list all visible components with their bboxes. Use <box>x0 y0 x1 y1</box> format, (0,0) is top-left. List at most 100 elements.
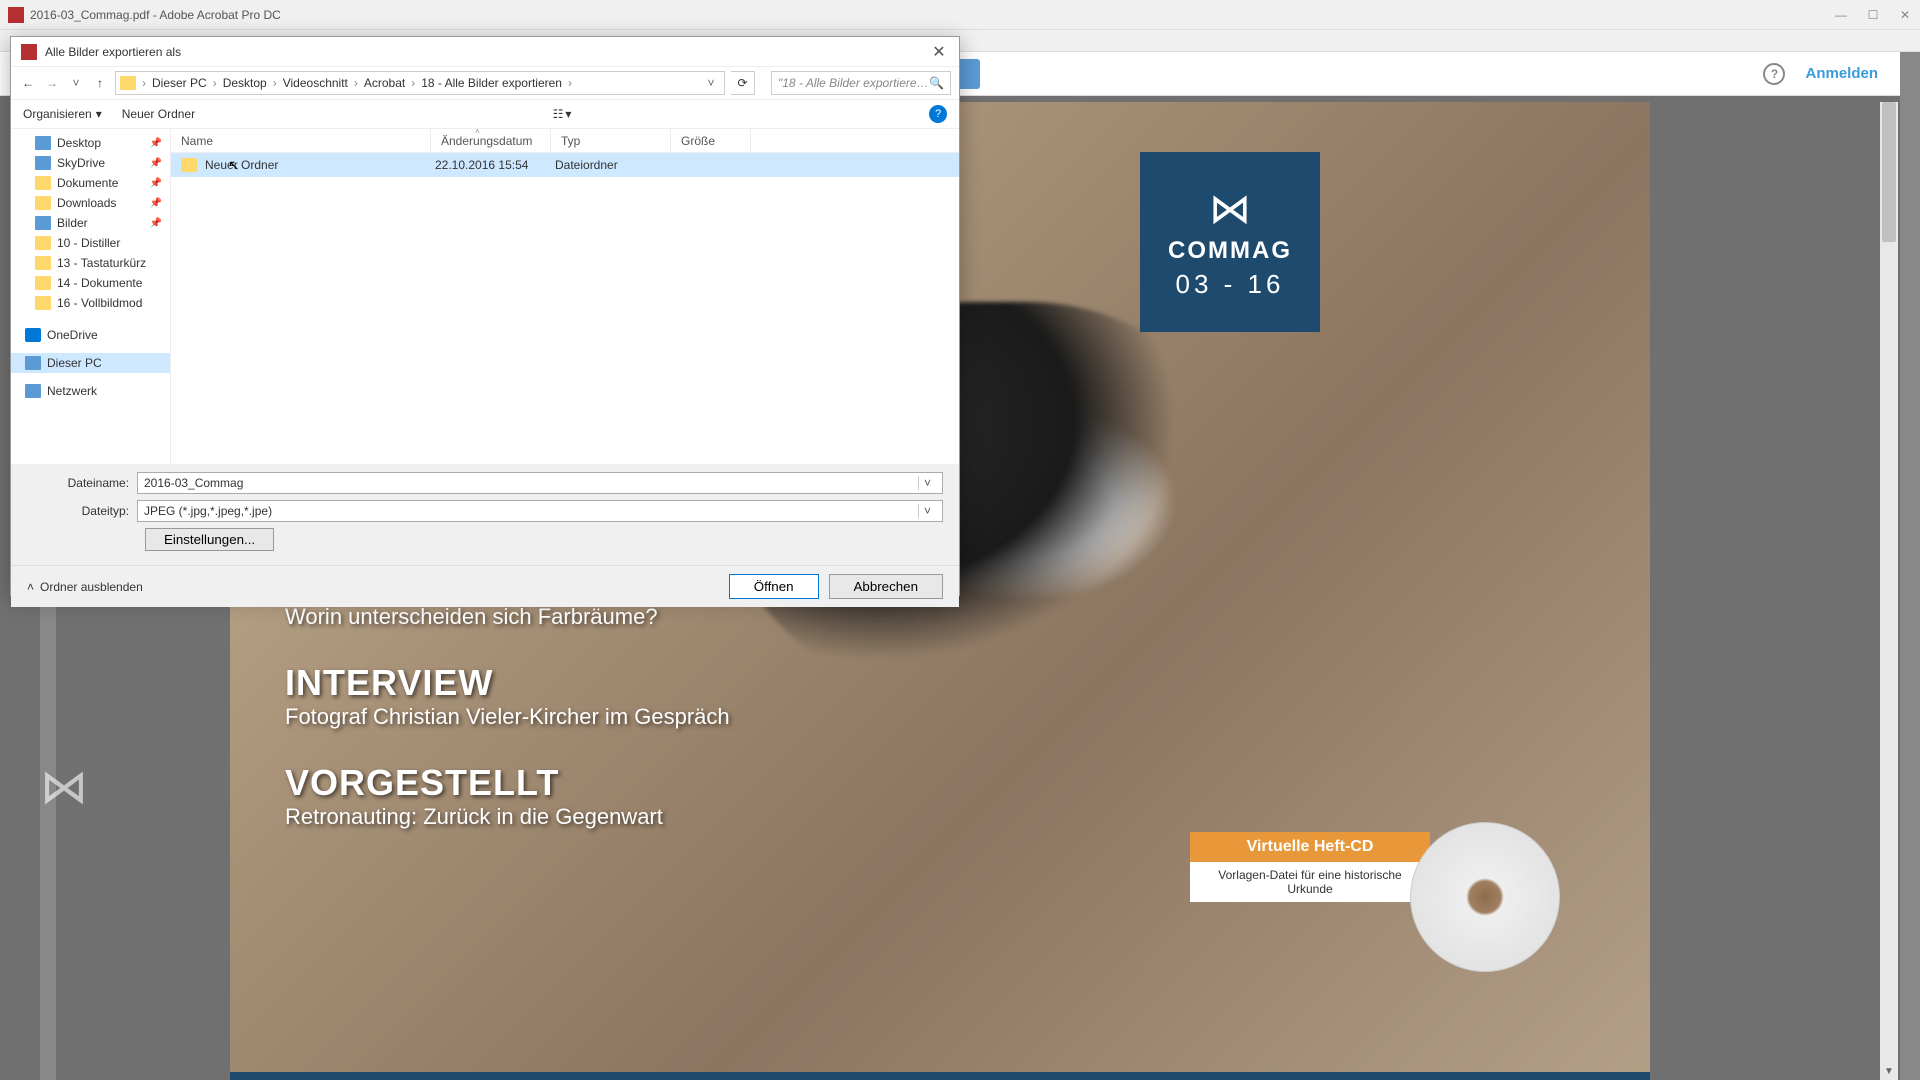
view-icon: ☷ <box>553 107 564 121</box>
bc-current[interactable]: 18 - Alle Bilder exportieren <box>417 76 566 90</box>
folder-icon <box>35 256 51 270</box>
dialog-close-button[interactable]: ✕ <box>929 42 949 62</box>
help-icon[interactable]: ? <box>1763 63 1785 85</box>
folder-icon <box>35 276 51 290</box>
sidebar-item-label: 14 - Dokumente <box>57 276 142 290</box>
col-date[interactable]: Änderungsdatum <box>431 129 551 152</box>
sidebar-item-bilder[interactable]: Bilder📌 <box>11 213 170 233</box>
open-button[interactable]: Öffnen <box>729 574 819 599</box>
close-button[interactable]: ✕ <box>1898 8 1912 22</box>
cd-desc: Vorlagen-Datei für eine historische Urku… <box>1190 862 1430 902</box>
col-size[interactable]: Größe <box>671 129 751 152</box>
butterfly-icon: ⋈ <box>1209 184 1251 233</box>
chevron-down-icon: ▾ <box>96 107 102 121</box>
dialog-fields: Dateiname: 2016-03_Commag ˅ Dateityp: JP… <box>11 464 959 565</box>
refresh-button[interactable]: ⟳ <box>731 71 755 95</box>
filename-input[interactable]: 2016-03_Commag ˅ <box>137 472 943 494</box>
pc-icon <box>35 156 51 170</box>
chevron-down-icon[interactable]: ˅ <box>918 476 936 490</box>
export-dialog: Alle Bilder exportieren als ✕ ← → ˅ ↑ › … <box>10 36 960 596</box>
pc-icon <box>25 356 41 370</box>
sidebar-item-downloads[interactable]: Downloads 📌 <box>11 193 170 213</box>
new-folder-button[interactable]: Neuer Ordner <box>122 107 195 121</box>
organize-button[interactable]: Organisieren ▾ <box>23 107 102 121</box>
sidebar-item-label: Dokumente <box>57 176 118 190</box>
corner-logo-icon: ⋈ <box>40 759 88 815</box>
sidebar-item-14-dokumente[interactable]: 14 - Dokumente <box>11 273 170 293</box>
bc-acrobat[interactable]: Acrobat <box>360 76 409 90</box>
sidebar-item-dokumente[interactable]: Dokumente📌 <box>11 173 170 193</box>
sidebar-item-label: 10 - Distiller <box>57 236 120 250</box>
pin-icon: 📌 <box>150 218 162 229</box>
chevron-right-icon: › <box>409 76 417 90</box>
dialog-help-button[interactable]: ? <box>929 105 947 123</box>
breadcrumb-dropdown-icon[interactable]: ˅ <box>702 76 720 90</box>
sidebar-item-label: Desktop <box>57 136 101 150</box>
chevron-up-icon: ˄ <box>27 580 34 594</box>
sidebar-item-label: Dieser PC <box>47 356 102 370</box>
filetype-select[interactable]: JPEG (*.jpg,*.jpeg,*.jpe) ˅ <box>137 500 943 522</box>
sidebar-item-label: OneDrive <box>47 328 98 342</box>
file-header: Name˄ Änderungsdatum Typ Größe <box>171 129 959 153</box>
bc-videoschnitt[interactable]: Videoschnitt <box>279 76 352 90</box>
filename-label: Dateiname: <box>27 476 137 490</box>
breadcrumb[interactable]: › Dieser PC › Desktop › Videoschnitt › A… <box>115 71 725 95</box>
sidebar-item-label: 16 - Vollbildmod <box>57 296 142 310</box>
bc-dieser-pc[interactable]: Dieser PC <box>148 76 211 90</box>
cloud-icon <box>25 328 41 342</box>
filetype-label: Dateityp: <box>27 504 137 518</box>
login-link[interactable]: Anmelden <box>1805 65 1878 82</box>
search-input[interactable]: "18 - Alle Bilder exportieren" d... 🔍 <box>771 71 951 95</box>
dialog-toolbar: Organisieren ▾ Neuer Ordner ☷ ▾ ? <box>11 99 959 129</box>
cancel-button[interactable]: Abbrechen <box>829 574 943 599</box>
search-icon: 🔍 <box>929 76 944 90</box>
file-row[interactable]: Neuer Ordner 22.10.2016 15:54 Dateiordne… <box>171 153 959 177</box>
sort-indicator-icon: ˄ <box>475 127 480 136</box>
file-name: Neuer Ordner <box>205 158 435 172</box>
file-date: 22.10.2016 15:54 <box>435 158 555 172</box>
bc-desktop[interactable]: Desktop <box>219 76 271 90</box>
col-name[interactable]: Name˄ <box>171 129 431 152</box>
badge-title: COMMAG <box>1168 237 1292 265</box>
titlebar: 2016-03_Commag.pdf - Adobe Acrobat Pro D… <box>0 0 1920 30</box>
pin-icon: 📌 <box>150 158 162 169</box>
folder-icon <box>35 176 51 190</box>
file-list-area: Name˄ Änderungsdatum Typ Größe Neuer Ord… <box>171 129 959 464</box>
sidebar-item-10-distiller[interactable]: 10 - Distiller <box>11 233 170 253</box>
right-panel-strip[interactable] <box>1900 52 1920 1080</box>
file-type: Dateiordner <box>555 158 655 172</box>
scroll-down-icon[interactable]: ▼ <box>1880 1062 1898 1080</box>
chevron-down-icon[interactable]: ˅ <box>918 504 936 518</box>
sidebar-item-dieser-pc[interactable]: Dieser PC <box>11 353 170 373</box>
dialog-sidebar: Desktop📌SkyDrive📌Dokumente📌Downloads📌Bil… <box>11 129 171 464</box>
vorgestellt-sub: Retronauting: Zurück in die Gegenwart <box>285 804 730 830</box>
nav-back-button[interactable]: ← <box>19 74 37 92</box>
pin-icon: 📌 <box>150 198 162 209</box>
vertical-scrollbar[interactable]: ▲ ▼ <box>1880 102 1898 1080</box>
hide-folders-toggle[interactable]: ˄ Ordner ausblenden <box>27 580 143 594</box>
settings-button[interactable]: Einstellungen... <box>145 528 274 551</box>
sidebar-item-desktop[interactable]: Desktop📌 <box>11 133 170 153</box>
minimize-button[interactable]: — <box>1834 8 1848 22</box>
view-options-button[interactable]: ☷ ▾ <box>553 107 572 121</box>
sidebar-item-onedrive[interactable]: OneDrive <box>11 325 170 345</box>
pc-icon <box>35 136 51 150</box>
sidebar-item-label: SkyDrive <box>57 156 105 170</box>
maximize-button[interactable]: ☐ <box>1866 8 1880 22</box>
nav-forward-button[interactable]: → <box>43 74 61 92</box>
col-type[interactable]: Typ <box>551 129 671 152</box>
window-title: 2016-03_Commag.pdf - Adobe Acrobat Pro D… <box>30 8 1834 22</box>
sidebar-item-skydrive[interactable]: SkyDrive 📌 <box>11 153 170 173</box>
dialog-title: Alle Bilder exportieren als <box>45 45 929 59</box>
dialog-app-icon <box>21 44 37 60</box>
scroll-thumb[interactable] <box>1882 102 1896 242</box>
sidebar-item-netzwerk[interactable]: Netzwerk <box>11 381 170 401</box>
sidebar-item-13-tastaturk-rz[interactable]: 13 - Tastaturkürz <box>11 253 170 273</box>
nav-up-button[interactable]: ↑ <box>91 74 109 92</box>
dialog-footer: ˄ Ordner ausblenden Öffnen Abbrechen <box>11 565 959 607</box>
howto-sub: Worin unterscheiden sich Farbräume? <box>285 604 730 630</box>
sidebar-item-label: Downloads <box>57 196 116 210</box>
folder-icon <box>181 158 197 172</box>
nav-recent-dropdown[interactable]: ˅ <box>67 74 85 92</box>
sidebar-item-16-vollbildmod[interactable]: 16 - Vollbildmod <box>11 293 170 313</box>
